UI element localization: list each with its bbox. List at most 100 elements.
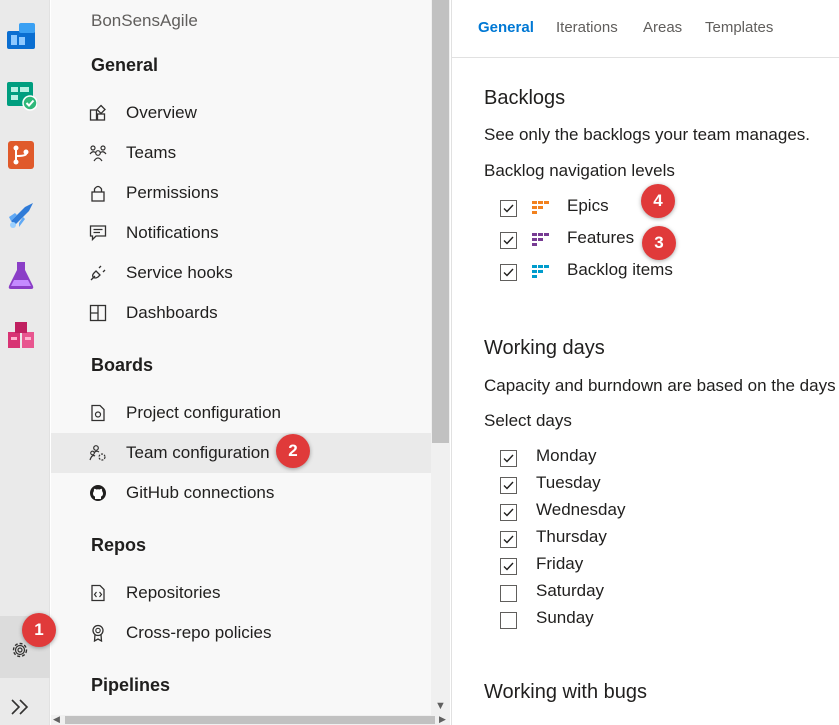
checkmark-icon [503,535,514,544]
checkmark-icon [503,268,514,277]
nav-item-team-configuration[interactable]: Team configuration [51,433,431,473]
nav-scroll-thumb[interactable] [432,0,449,443]
working-days-description: Capacity and burndown are based on the d… [484,376,836,395]
overview-icon [89,104,106,121]
nav-horizontal-scrollbar[interactable]: ◀ ▶ [51,714,450,725]
day-label: Monday [536,446,597,465]
scroll-right-icon[interactable]: ▶ [439,714,446,725]
checkmark-icon [503,508,514,517]
nav-item-notifications[interactable]: Notifications [51,213,431,253]
repos-icon[interactable] [5,139,37,171]
test-plans-icon[interactable] [5,259,37,291]
settings-tabs: General Iterations Areas Templates [452,0,839,58]
nav-item-permissions[interactable]: Permissions [51,173,431,213]
day-label: Tuesday [536,473,601,492]
nav-item-github-connections[interactable]: GitHub connections [51,473,431,513]
saturday-checkbox[interactable] [500,585,517,602]
sunday-checkbox[interactable] [500,612,517,629]
tab-general[interactable]: General [478,19,534,36]
scroll-left-icon[interactable]: ◀ [53,714,60,725]
backlogs-description: See only the backlogs your team manages. [484,125,811,144]
nav-hscroll-thumb[interactable] [65,716,435,724]
nav-item-label: Cross-repo policies [126,623,272,642]
nav-item-label: Team configuration [126,443,270,462]
backlog-level-label: Features [567,228,635,247]
nav-item-label: Project configuration [126,403,281,422]
nav-item-dashboards[interactable]: Dashboards [51,293,431,333]
backlog-items-icon [532,265,549,278]
nav-item-label: Dashboards [126,303,218,322]
nav-item-overview[interactable]: Overview [51,93,431,133]
day-label: Friday [536,554,584,573]
nav-item-project-configuration[interactable]: Project configuration [51,393,431,433]
github-icon [90,485,106,501]
thursday-checkbox[interactable] [500,531,517,548]
plug-icon [90,265,106,281]
annotation-badge-1: 1 [22,613,56,647]
day-label: Saturday [536,581,605,600]
backlogs-title: Backlogs [484,87,566,109]
nav-section-repos: Repos [91,535,147,555]
checkmark-icon [503,204,514,213]
backlog-level-label: Backlog items [567,260,673,279]
gear-icon [12,642,28,658]
epics-checkbox[interactable] [500,200,517,217]
boards-overview-icon[interactable] [5,19,37,51]
epic-icon [532,201,549,214]
features-checkbox[interactable] [500,232,517,249]
checkmark-icon [503,454,514,463]
select-days-label: Select days [484,411,572,430]
nav-item-label: Permissions [126,183,219,202]
nav-item-service-hooks[interactable]: Service hooks [51,253,431,293]
checkmark-icon [503,236,514,245]
day-label: Sunday [536,608,594,627]
project-name: BonSensAgile [91,11,198,30]
nav-item-repositories[interactable]: Repositories [51,573,431,613]
teams-icon [89,145,107,162]
backlog-nav-levels-label: Backlog navigation levels [484,161,675,180]
nav-section-pipelines: Pipelines [91,675,171,695]
tab-iterations[interactable]: Iterations [556,19,618,36]
settings-nav-panel: BonSensAgile General Overview Teams Perm… [51,0,431,715]
nav-section-general: General [91,55,159,75]
tuesday-checkbox[interactable] [500,477,517,494]
document-gear-icon [91,404,105,422]
feature-icon [532,233,549,246]
dashboard-icon [89,304,107,322]
monday-checkbox[interactable] [500,450,517,467]
annotation-badge-4: 4 [641,184,675,218]
nav-item-label: Teams [126,143,177,162]
working-days-title: Working days [484,337,605,359]
nav-item-teams[interactable]: Teams [51,133,431,173]
nav-vertical-scrollbar[interactable]: ▼ [431,0,450,715]
day-label: Wednesday [536,500,626,519]
repository-icon [91,584,105,602]
checkmark-icon [503,481,514,490]
backlog-level-label: Epics [567,196,609,215]
ribbon-badge-icon [92,624,104,642]
wednesday-checkbox[interactable] [500,504,517,521]
lock-icon [91,185,105,202]
tab-templates[interactable]: Templates [705,19,773,36]
working-with-bugs-title: Working with bugs [484,681,648,703]
checkmark-icon [503,562,514,571]
chat-bubble-icon [89,225,107,242]
pipelines-icon[interactable] [5,199,37,231]
nav-section-boards: Boards [91,355,154,375]
friday-checkbox[interactable] [500,558,517,575]
scroll-down-icon[interactable]: ▼ [435,700,446,712]
annotation-badge-3: 3 [642,226,676,260]
expand-rail-button[interactable] [8,694,34,720]
annotation-badge-2: 2 [276,434,310,468]
backlog-items-checkbox[interactable] [500,264,517,281]
team-settings-icon [89,445,106,461]
nav-item-cross-repo-policies[interactable]: Cross-repo policies [51,613,431,653]
boards-icon[interactable] [5,79,38,111]
nav-item-label: Service hooks [126,263,233,282]
nav-item-label: Notifications [126,223,219,242]
artifacts-icon[interactable] [5,319,37,351]
tab-areas[interactable]: Areas [643,19,682,36]
team-configuration-content: General Iterations Areas Templates Backl… [451,0,839,725]
nav-item-label: GitHub connections [126,483,275,502]
nav-item-label: Repositories [126,583,221,602]
